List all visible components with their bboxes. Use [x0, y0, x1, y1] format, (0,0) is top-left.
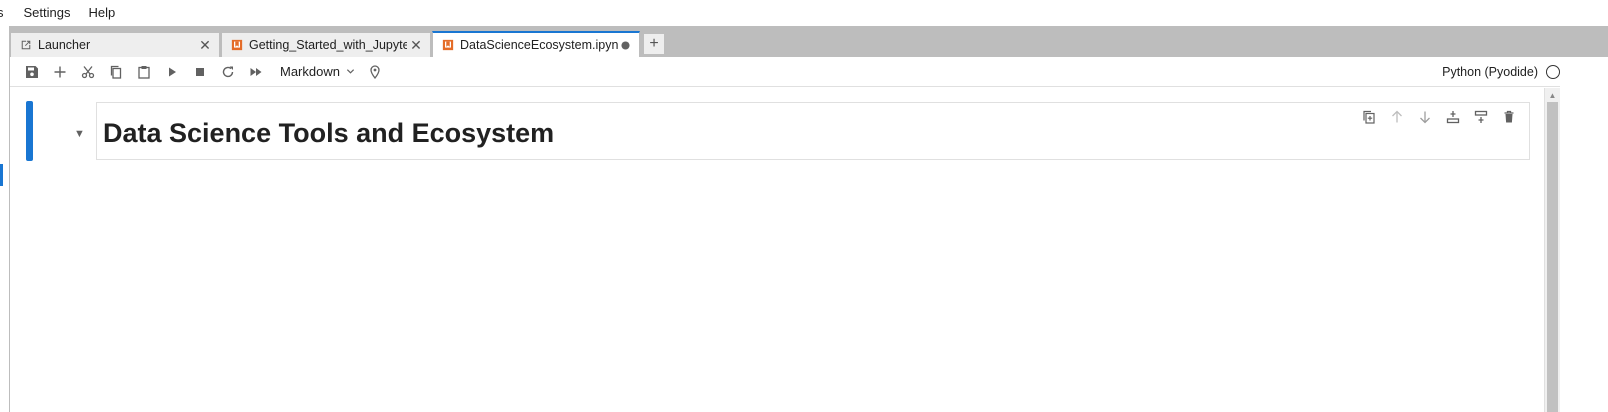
copy-button[interactable]	[102, 60, 130, 84]
kernel-indicator[interactable]: Python (Pyodide)	[1442, 57, 1560, 87]
tab-getting-started[interactable]: Getting_Started_with_Jupyter ✕	[221, 32, 431, 57]
cell-heading: Data Science Tools and Ecosystem	[103, 118, 555, 148]
notebook-icon	[230, 38, 244, 52]
save-button[interactable]	[18, 60, 46, 84]
run-button[interactable]	[158, 60, 186, 84]
menu-bar: s Settings Help	[0, 0, 1608, 26]
scrollbar-thumb[interactable]	[1547, 102, 1558, 412]
play-icon	[169, 67, 176, 76]
arrow-up-icon	[1392, 110, 1402, 123]
clipboard-icon	[138, 65, 150, 79]
menu-item-settings[interactable]: Settings	[15, 0, 80, 26]
debugger-button[interactable]	[361, 60, 389, 84]
move-down-button[interactable]	[1411, 107, 1439, 127]
tab-label: DataScienceEcosystem.ipynb	[460, 38, 618, 52]
close-icon[interactable]: ✕	[197, 37, 213, 53]
stop-icon	[196, 67, 204, 76]
vertical-scrollbar[interactable]: ▲	[1544, 88, 1560, 412]
sidebar-active-marker	[0, 164, 3, 186]
plus-icon	[54, 66, 66, 77]
tab-label: Launcher	[38, 38, 91, 52]
duplicate-cell-button[interactable]	[1355, 107, 1383, 127]
scroll-up-arrow-icon[interactable]: ▲	[1545, 88, 1560, 102]
kernel-idle-icon	[1546, 65, 1560, 79]
tab-launcher[interactable]: Launcher ✕	[10, 32, 220, 57]
delete-cell-button[interactable]	[1495, 107, 1523, 127]
restart-button[interactable]	[214, 60, 242, 84]
insert-cell-button[interactable]	[46, 60, 74, 84]
cell-collapser[interactable]	[26, 101, 33, 161]
notebook-toolbar: Markdown Python (Pyodide)	[10, 57, 1608, 87]
insert-below-icon	[1474, 110, 1488, 123]
markdown-cell[interactable]: Data Science Tools and Ecosystem	[96, 102, 1530, 160]
caret-down-icon[interactable]: ▼	[74, 128, 85, 140]
menu-item-partial[interactable]: s	[0, 0, 15, 26]
notebook-area: ▼ Data Science Tools and Ecosystem	[10, 88, 1608, 412]
paste-button[interactable]	[130, 60, 158, 84]
launcher-icon	[19, 38, 33, 52]
trash-icon	[1504, 110, 1514, 123]
insert-below-button[interactable]	[1467, 107, 1495, 127]
duplicate-icon	[1363, 110, 1375, 124]
cut-button[interactable]	[74, 60, 102, 84]
close-icon[interactable]: ✕	[408, 37, 424, 53]
copy-icon	[110, 65, 122, 79]
insert-above-icon	[1446, 111, 1460, 124]
arrow-down-icon	[1420, 111, 1430, 124]
notebook-panel: Markdown Python (Pyodide) ▼ Data Science…	[10, 57, 1608, 412]
tab-label: Getting_Started_with_Jupyter	[249, 38, 407, 52]
location-pin-icon	[370, 64, 380, 79]
scissors-icon	[81, 65, 95, 78]
refresh-icon	[222, 66, 234, 77]
move-up-button[interactable]	[1383, 107, 1411, 127]
cell-toolbar	[1355, 107, 1523, 127]
kernel-name: Python (Pyodide)	[1442, 65, 1538, 79]
menu-item-help[interactable]: Help	[79, 0, 124, 26]
cell-type-select[interactable]: Markdown	[280, 64, 355, 79]
fast-forward-icon	[250, 67, 262, 76]
insert-above-button[interactable]	[1439, 107, 1467, 127]
cell-type-value: Markdown	[280, 64, 340, 79]
interrupt-button[interactable]	[186, 60, 214, 84]
save-icon	[26, 65, 38, 78]
unsaved-dot-icon[interactable]	[618, 37, 633, 53]
new-tab-button[interactable]: +	[643, 33, 665, 55]
tab-datascienceecosystem[interactable]: DataScienceEcosystem.ipynb	[432, 31, 640, 57]
restart-run-all-button[interactable]	[242, 60, 270, 84]
chevron-down-icon	[346, 64, 355, 79]
right-gutter	[1560, 57, 1608, 412]
tab-bar: Launcher ✕ Getting_Started_with_Jupyter …	[10, 31, 665, 57]
left-sidebar-strip	[0, 26, 10, 412]
notebook-icon	[441, 38, 455, 52]
